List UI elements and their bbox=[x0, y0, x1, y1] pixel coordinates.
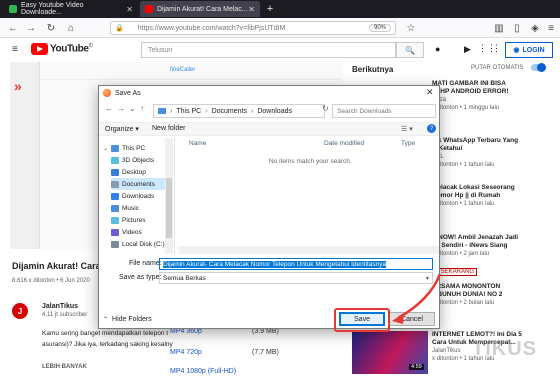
annotation-overlay bbox=[392, 273, 442, 324]
annotation-arrow-line bbox=[397, 273, 442, 320]
annotation-arrow-head bbox=[392, 313, 404, 324]
annotation-highlight-box bbox=[334, 308, 390, 332]
